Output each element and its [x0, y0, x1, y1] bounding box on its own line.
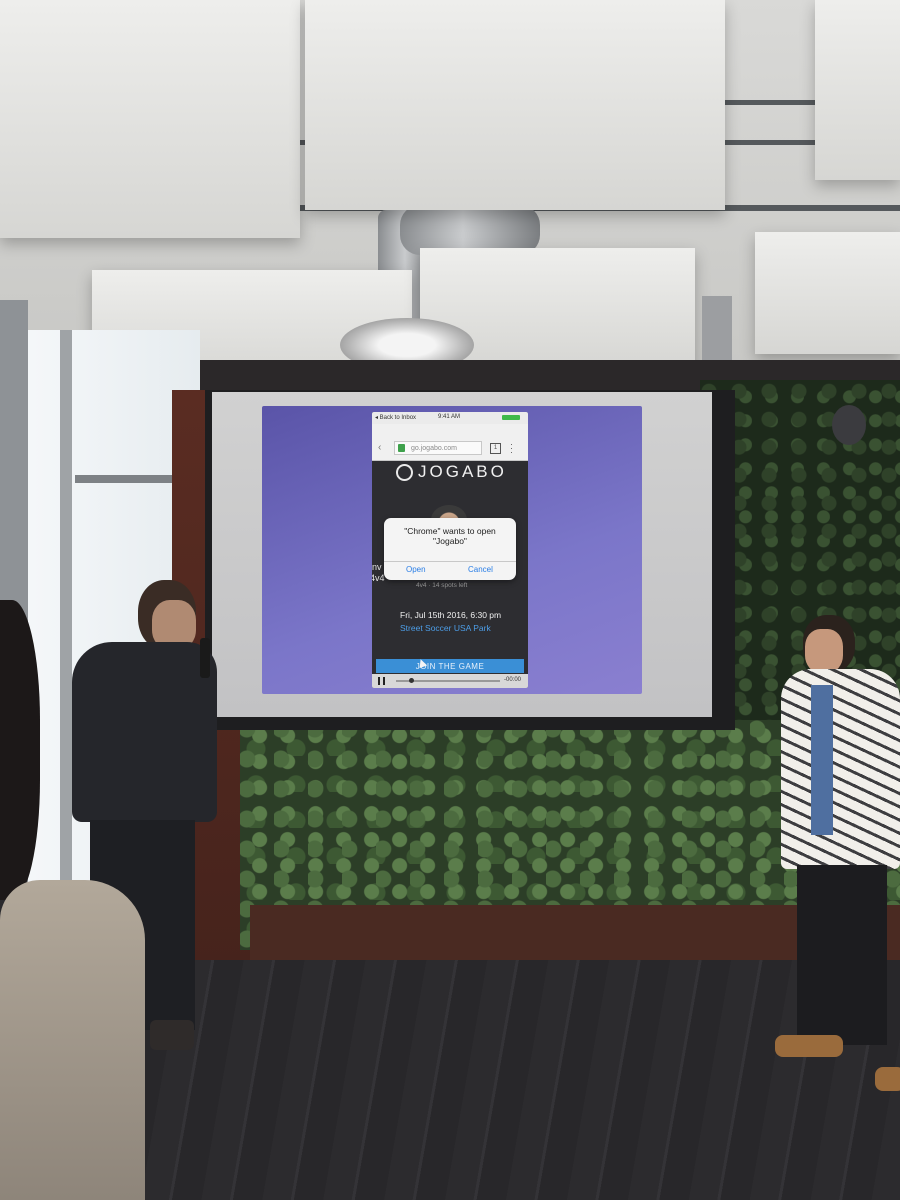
- ceiling-panel: [0, 0, 300, 238]
- status-bar: ◂ Back to Inbox 9:41 AM: [372, 412, 528, 424]
- audience-hair: [0, 600, 40, 900]
- open-button[interactable]: Open: [406, 565, 426, 574]
- dialog-divider: [384, 561, 516, 562]
- dialog-title: "Chrome" wants to open "Jogabo": [384, 526, 516, 546]
- status-time: 9:41 AM: [438, 414, 461, 420]
- denim-shirt: [811, 685, 833, 835]
- dialog-title-line2: "Jogabo": [433, 536, 467, 546]
- phone-screen: ◂ Back to Inbox 9:41 AM ‹ › go.jogabo.co…: [372, 412, 528, 688]
- back-to-inbox-link[interactable]: ◂ Back to Inbox: [375, 414, 416, 421]
- back-arrow-icon[interactable]: ‹: [378, 442, 381, 453]
- menu-icon[interactable]: · · ·: [510, 440, 513, 457]
- venue-link[interactable]: Street Soccer USA Park: [400, 623, 491, 633]
- url-field[interactable]: go.jogabo.com: [394, 441, 482, 455]
- game-format-fragment: 4v4: [372, 573, 385, 583]
- microphone: [200, 638, 210, 678]
- presenter-shoe: [150, 1020, 194, 1050]
- pause-icon[interactable]: [378, 677, 385, 685]
- patterned-cardigan: [781, 669, 900, 869]
- presenter-legs: [797, 865, 887, 1045]
- time-remaining: -00:00: [504, 677, 522, 683]
- jogabo-logo-text: JOGABO: [418, 462, 507, 481]
- presenter-right: [775, 615, 900, 1095]
- jogabo-logo-icon: [396, 464, 413, 481]
- ceiling-panel: [305, 0, 725, 210]
- battery-icon: [502, 415, 520, 420]
- video-controls: -00:00: [372, 674, 528, 688]
- scrubber-handle-icon[interactable]: [409, 678, 415, 683]
- spots-left: 4v4 · 14 spots left: [416, 582, 468, 589]
- dialog-title-line1: "Chrome" wants to open: [404, 526, 496, 536]
- invite-text-fragment: inv: [372, 562, 382, 572]
- audience-member: [0, 600, 150, 1200]
- camera: [832, 405, 866, 445]
- ceiling-panel: [755, 232, 900, 354]
- tabs-icon[interactable]: 1: [490, 443, 501, 454]
- open-app-dialog: "Chrome" wants to open "Jogabo" Open Can…: [384, 518, 516, 580]
- presenter-shoe: [875, 1067, 900, 1091]
- join-game-button[interactable]: JOIN THE GAME: [376, 659, 524, 673]
- cancel-button[interactable]: Cancel: [468, 565, 493, 574]
- audience-jacket: [0, 880, 145, 1200]
- lock-icon: [398, 444, 405, 452]
- presenter-face: [805, 629, 843, 673]
- game-date: Fri, Jul 15th 2016, 6:30 pm: [400, 610, 502, 620]
- ceiling-panel: [815, 0, 900, 180]
- presenter-shoe: [775, 1035, 843, 1057]
- photo-scene: ◂ Back to Inbox 9:41 AM ‹ › go.jogabo.co…: [0, 0, 900, 1200]
- pendant-light: [702, 296, 732, 360]
- browser-bar: ‹ › go.jogabo.com 1 ···: [372, 424, 528, 461]
